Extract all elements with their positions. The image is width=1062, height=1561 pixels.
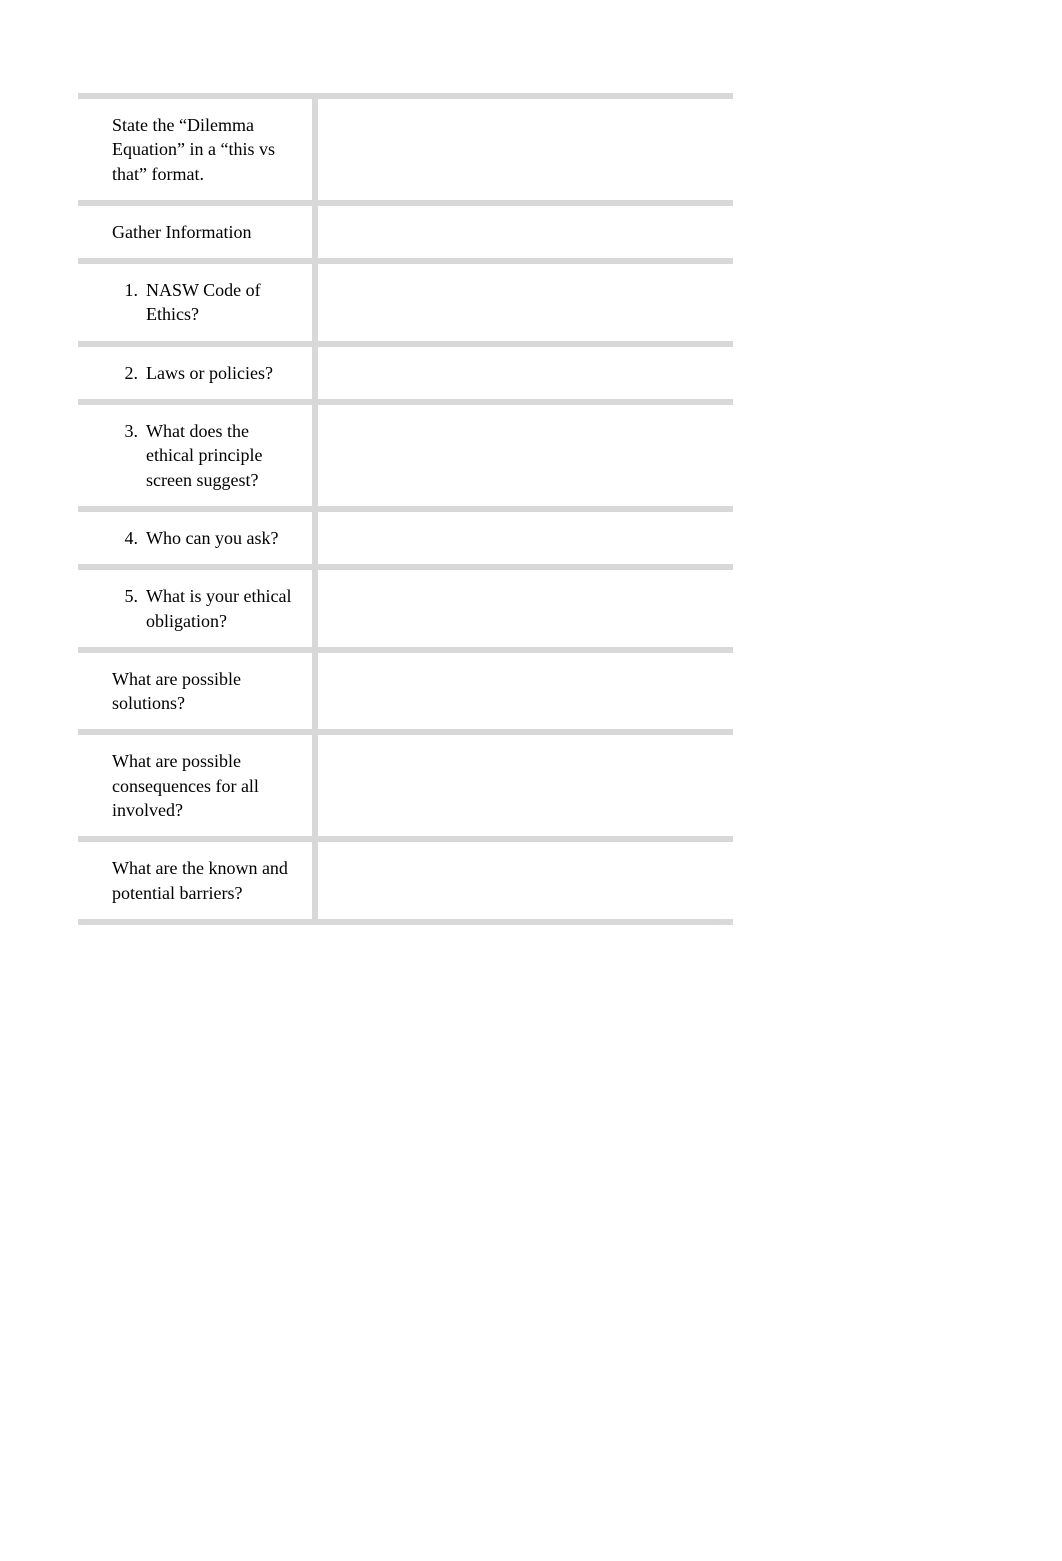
row-label-cell: 4. Who can you ask? bbox=[78, 512, 318, 564]
table-row: What are possible consequences for all i… bbox=[78, 729, 733, 836]
row-answer-cell bbox=[318, 512, 733, 564]
list-number: 2. bbox=[118, 361, 146, 385]
numbered-item: 4. Who can you ask? bbox=[92, 526, 296, 550]
numbered-item: 2. Laws or policies? bbox=[92, 361, 296, 385]
row-label-cell: 2. Laws or policies? bbox=[78, 347, 318, 399]
row-answer-cell bbox=[318, 570, 733, 647]
row-label-text: What are possible solutions? bbox=[112, 667, 296, 716]
row-label-text: NASW Code of Ethics? bbox=[146, 278, 296, 327]
bullet-icon bbox=[92, 749, 112, 822]
table-row: What are the known and potential barrier… bbox=[78, 836, 733, 925]
numbered-item: 3. What does the ethical principle scree… bbox=[92, 419, 296, 492]
bullet-icon bbox=[92, 856, 112, 905]
table-row: State the “Dilemma Equation” in a “this … bbox=[78, 93, 733, 200]
row-label-text: State the “Dilemma Equation” in a “this … bbox=[112, 113, 296, 186]
row-label-cell: What are the known and potential barrier… bbox=[78, 842, 318, 919]
table-row: What are possible solutions? bbox=[78, 647, 733, 730]
row-answer-cell bbox=[318, 735, 733, 836]
row-label-text: Laws or policies? bbox=[146, 361, 296, 385]
bullet-icon bbox=[92, 220, 112, 244]
table-row: 2. Laws or policies? bbox=[78, 341, 733, 399]
numbered-item: 1. NASW Code of Ethics? bbox=[92, 278, 296, 327]
row-answer-cell bbox=[318, 405, 733, 506]
row-label-cell: 5. What is your ethical obligation? bbox=[78, 570, 318, 647]
list-number: 3. bbox=[118, 419, 146, 492]
bullet-item: What are possible consequences for all i… bbox=[92, 749, 296, 822]
row-answer-cell bbox=[318, 264, 733, 341]
row-answer-cell bbox=[318, 99, 733, 200]
row-answer-cell bbox=[318, 842, 733, 919]
table-row: 1. NASW Code of Ethics? bbox=[78, 258, 733, 341]
row-label-text: Gather Information bbox=[112, 220, 296, 244]
bullet-item: State the “Dilemma Equation” in a “this … bbox=[92, 113, 296, 186]
row-label-cell: State the “Dilemma Equation” in a “this … bbox=[78, 99, 318, 200]
list-number: 5. bbox=[118, 584, 146, 633]
row-answer-cell bbox=[318, 206, 733, 258]
bullet-icon bbox=[92, 667, 112, 716]
row-answer-cell bbox=[318, 653, 733, 730]
row-label-cell: 1. NASW Code of Ethics? bbox=[78, 264, 318, 341]
row-label-text: What does the ethical principle screen s… bbox=[146, 419, 296, 492]
bullet-icon bbox=[92, 113, 112, 186]
row-label-text: What are the known and potential barrier… bbox=[112, 856, 296, 905]
table-row: Gather Information bbox=[78, 200, 733, 258]
table-row: 5. What is your ethical obligation? bbox=[78, 564, 733, 647]
row-label-cell: What are possible solutions? bbox=[78, 653, 318, 730]
row-label-text: Who can you ask? bbox=[146, 526, 296, 550]
table-row: 4. Who can you ask? bbox=[78, 506, 733, 564]
bullet-item: What are possible solutions? bbox=[92, 667, 296, 716]
numbered-item: 5. What is your ethical obligation? bbox=[92, 584, 296, 633]
row-label-cell: Gather Information bbox=[78, 206, 318, 258]
row-label-text: What is your ethical obligation? bbox=[146, 584, 296, 633]
bullet-item: What are the known and potential barrier… bbox=[92, 856, 296, 905]
row-label-cell: What are possible consequences for all i… bbox=[78, 735, 318, 836]
row-label-cell: 3. What does the ethical principle scree… bbox=[78, 405, 318, 506]
row-answer-cell bbox=[318, 347, 733, 399]
row-label-text: What are possible consequences for all i… bbox=[112, 749, 296, 822]
list-number: 1. bbox=[118, 278, 146, 327]
worksheet-table: State the “Dilemma Equation” in a “this … bbox=[78, 93, 733, 925]
table-row: 3. What does the ethical principle scree… bbox=[78, 399, 733, 506]
bullet-item: Gather Information bbox=[92, 220, 296, 244]
list-number: 4. bbox=[118, 526, 146, 550]
